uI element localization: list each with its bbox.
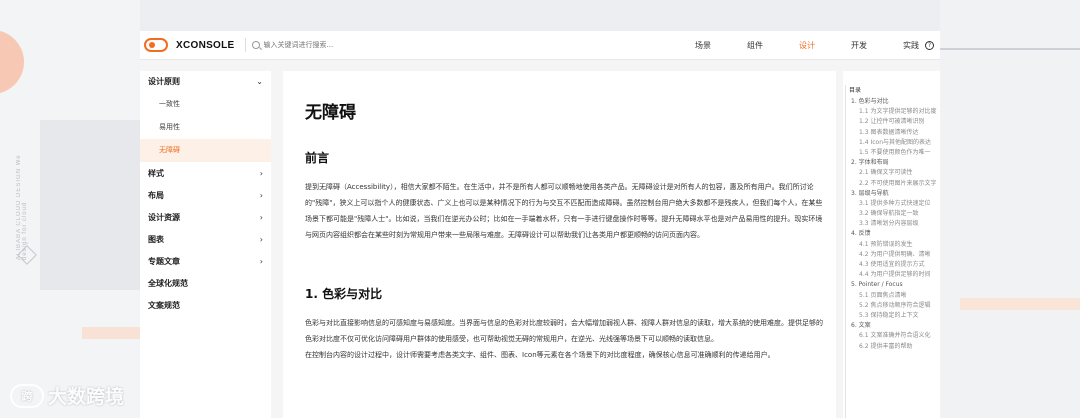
sidebar-item-label: 专题文章 [148, 257, 180, 266]
chevron-down-icon: ⌄ [256, 77, 263, 86]
table-of-contents: 目录 1. 色彩与对比 1.1 为文字提供足够的对比度 1.2 让控件可被清晰识别 1… [843, 71, 940, 418]
sidebar-item-label: 设计原则 [148, 77, 180, 86]
section-paragraph: 在控制台内容的设计过程中，设计师需要考虑各类文字、组件、图表、Icon等元素在各… [305, 351, 775, 359]
toc-subsection-link[interactable]: 4.1 预防错误的发生 [843, 240, 940, 250]
help-icon[interactable]: ? [925, 41, 934, 50]
console-window: XCONSOLE 场景 组件 设计 开发 实践 ? 设计原则 ⌄ 一致性 易用性… [140, 31, 940, 418]
sidebar-item-label: 布局 [148, 191, 164, 200]
toc-subsection-link[interactable]: 1.4 Icon与其他配图的表达 [843, 138, 940, 148]
toc-subsection-link[interactable]: 6.2 提供丰富的帮助 [843, 342, 940, 352]
top-nav: 场景 组件 设计 开发 实践 [677, 31, 937, 60]
intro-paragraph: 提到无障碍（Accessibility），相信大家都不陌生。在生活中，并不是所有… [305, 183, 823, 239]
nav-item-design[interactable]: 设计 [781, 40, 833, 51]
chevron-right-icon: › [259, 191, 263, 200]
toc-subsection-link[interactable]: 5.2 焦点移动顺序符合逻辑 [843, 301, 940, 311]
background-bar-decoration [82, 327, 140, 339]
sidebar: 设计原则 ⌄ 一致性 易用性 无障碍 样式 › 布局 › 设计资源 › 图表 ›… [140, 71, 271, 418]
sidebar-subitem-consistency[interactable]: 一致性 [140, 93, 271, 116]
chevron-right-icon: › [259, 257, 263, 266]
toc-subsection-link[interactable]: 5.1 页面焦点清晰 [843, 291, 940, 301]
sidebar-item-label: 设计资源 [148, 213, 180, 222]
sidebar-item-design-principles[interactable]: 设计原则 ⌄ [140, 71, 271, 93]
search-icon[interactable] [251, 41, 260, 49]
toc-subsection-link[interactable]: 4.4 为用户提供足够的时间 [843, 270, 940, 280]
chevron-right-icon: › [259, 235, 263, 244]
toc-subsection-link[interactable]: 5.3 保持稳定的上下文 [843, 311, 940, 321]
toc-list: 1. 色彩与对比 1.1 为文字提供足够的对比度 1.2 让控件可被清晰识别 1.3 … [843, 97, 940, 352]
article-content: 无障碍 前言 提到无障碍（Accessibility），相信大家都不陌生。在生活… [283, 71, 836, 418]
background-right-panel [940, 0, 1080, 418]
watermark-text: 大数跨境 [48, 386, 125, 408]
nav-item-scenes[interactable]: 场景 [677, 40, 729, 51]
toc-track [845, 85, 846, 418]
toc-subsection-link[interactable]: 3.1 提供多种方式快速定位 [843, 199, 940, 209]
sidebar-item-label: 样式 [148, 169, 164, 178]
toc-subsection-link[interactable]: 6.1 文案准确并符合语义化 [843, 331, 940, 341]
toc-section-link[interactable]: 2. 字体和布局 [843, 158, 940, 168]
toc-subsection-link[interactable]: 3.2 确保导航指定一致 [843, 209, 940, 219]
toc-section-link[interactable]: 3. 层级与导航 [843, 189, 940, 199]
sidebar-item-label: 图表 [148, 235, 164, 244]
toc-section-link[interactable]: 1. 色彩与对比 [843, 97, 940, 107]
sidebar-item-articles[interactable]: 专题文章 › [140, 251, 271, 273]
toc-subsection-link[interactable]: 2.2 不可使用图片来展示文字 [843, 179, 940, 189]
brand-name[interactable]: XCONSOLE [176, 40, 235, 51]
toc-subsection-link[interactable]: 1.5 不要使用颜色作为唯一 [843, 148, 940, 158]
section-paragraph: 色彩与对比直接影响信息的可感知度与易感知度。当界面与信息的色彩对比度较弱时，会大… [305, 319, 823, 343]
watermark: 跨 大数跨境 [10, 382, 124, 409]
top-header: XCONSOLE 场景 组件 设计 开发 实践 ? [140, 31, 940, 60]
toc-subsection-link[interactable]: 3.3 清晰划分内容层级 [843, 219, 940, 229]
toc-title: 目录 [849, 87, 862, 94]
sidebar-subitem-accessibility[interactable]: 无障碍 [140, 139, 271, 162]
search-box[interactable] [251, 41, 552, 49]
watermark-logo-icon: 跨 [10, 383, 44, 408]
page-title: 无障碍 [305, 103, 356, 123]
toc-subsection-link[interactable]: 1.2 让控件可被清晰识别 [843, 117, 940, 127]
sidebar-item-styles[interactable]: 样式 › [140, 163, 271, 185]
sidebar-item-globalization[interactable]: 全球化规范 [140, 273, 271, 295]
nav-item-develop[interactable]: 开发 [833, 40, 885, 51]
header-divider [244, 38, 246, 52]
sidebar-item-charts[interactable]: 图表 › [140, 229, 271, 251]
sidebar-item-copywriting[interactable]: 文案规范 [140, 295, 271, 317]
sidebar-subitem-usability[interactable]: 易用性 [140, 116, 271, 139]
toc-subsection-link[interactable]: 4.2 为用户提供明确、清晰 [843, 250, 940, 260]
background-block-decoration [40, 120, 140, 290]
background-bar-decoration-right [960, 298, 1080, 310]
toc-section-link[interactable]: 4. 反馈 [843, 229, 940, 239]
toc-section-link[interactable]: 6. 文案 [843, 321, 940, 331]
toc-subsection-link[interactable]: 1.3 图表数据清晰传达 [843, 128, 940, 138]
toc-subsection-link[interactable]: 2.1 确保文字可读性 [843, 168, 940, 178]
background-line-decoration [940, 48, 1080, 50]
sidebar-item-design-resources[interactable]: 设计资源 › [140, 207, 271, 229]
chevron-right-icon: › [259, 213, 263, 222]
toc-subsection-link[interactable]: 1.1 为文字提供足够的对比度 [843, 107, 940, 117]
vertical-brand-text: ALIBABA CLOUD DESIGN We design for cloud [16, 154, 28, 260]
sidebar-item-layout[interactable]: 布局 › [140, 185, 271, 207]
section-heading-color-contrast: 1. 色彩与对比 [305, 287, 383, 301]
chevron-right-icon: › [259, 169, 263, 178]
search-input[interactable] [263, 41, 464, 49]
section-heading-intro: 前言 [305, 151, 330, 165]
xconsole-logo-icon[interactable] [144, 38, 168, 52]
toc-subsection-link[interactable]: 4.3 使用适宜的提示方式 [843, 260, 940, 270]
toc-section-link[interactable]: 5. Pointer / Focus [843, 280, 940, 290]
nav-item-components[interactable]: 组件 [729, 40, 781, 51]
